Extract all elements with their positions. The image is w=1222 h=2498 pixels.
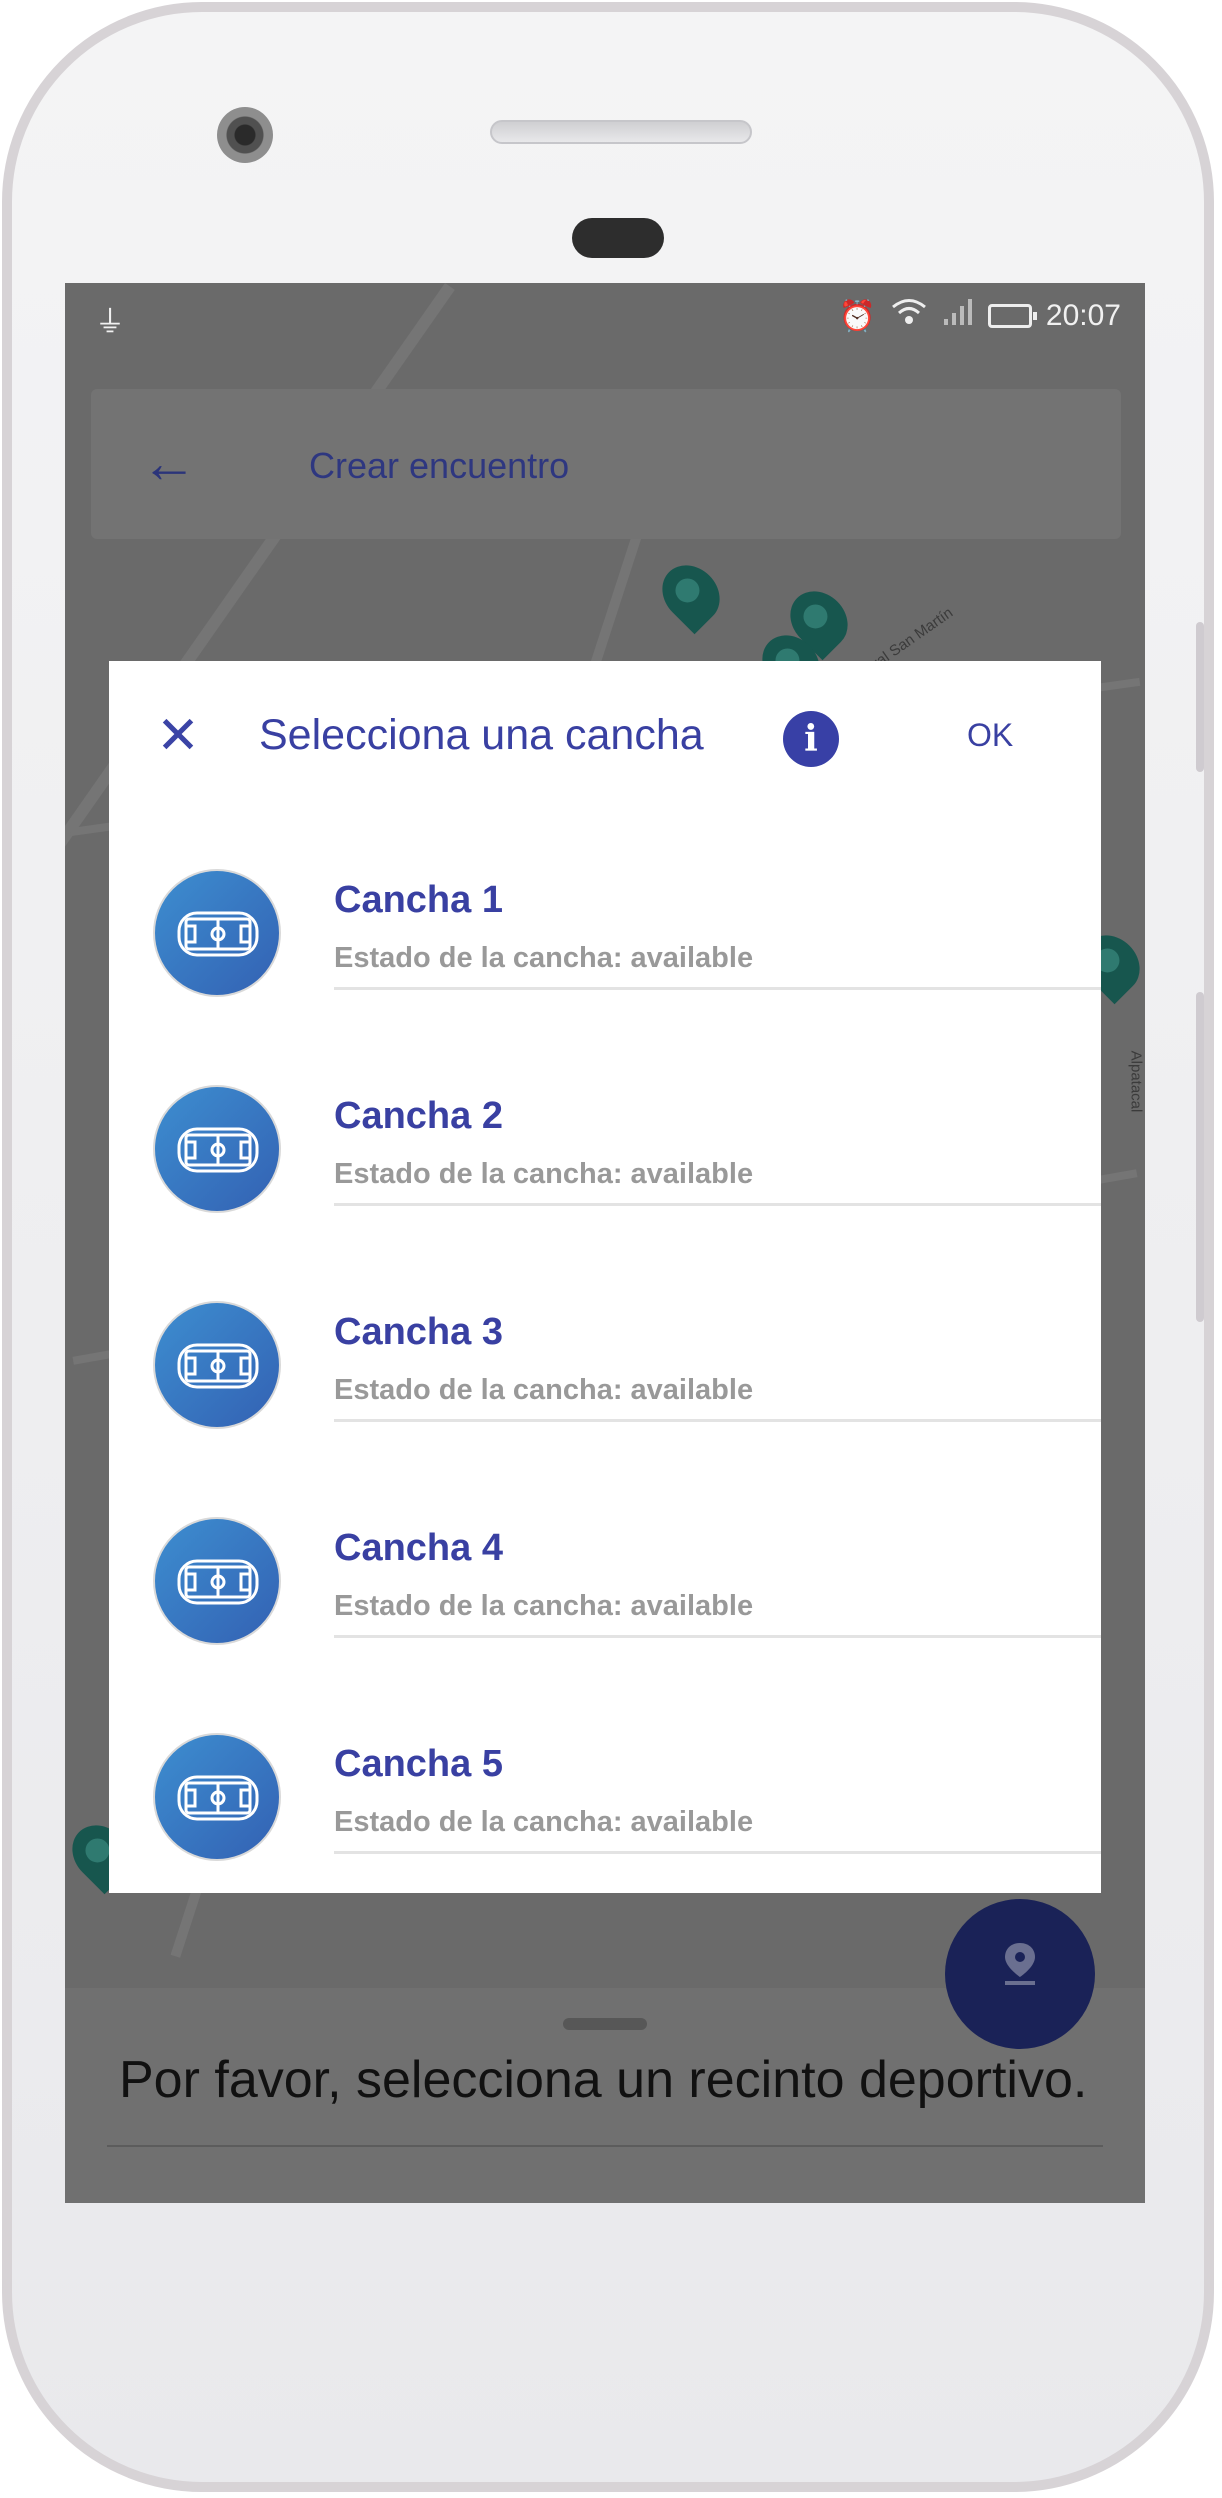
earpiece-speaker [490,120,752,144]
dialog-title: Selecciona una cancha [259,711,704,759]
court-name: Cancha 4 [334,1527,503,1569]
phone-screen: Gral San Martín Alpatacal ⏚ ⏰ 20:07 ← Cr… [65,283,1145,2203]
back-arrow-icon[interactable]: ← [141,433,201,493]
map-venue-pin[interactable] [650,553,732,635]
soccer-field-icon [177,1559,259,1605]
divider [334,1419,1101,1422]
location-fab-button[interactable] [945,1899,1095,2049]
status-icons: ⏰ 20:07 [839,297,1121,335]
alarm-icon: ⏰ [838,299,876,333]
divider [334,1203,1101,1206]
court-name: Cancha 5 [334,1743,503,1785]
street-label: Alpatacal [1127,1050,1145,1113]
location-pin-icon [1005,1943,1035,1985]
status-bar: ⏚ ⏰ 20:07 [65,283,1145,349]
select-court-dialog: ✕ Selecciona una cancha i OK Cancha 1 Es… [109,661,1101,1893]
divider [334,987,1101,990]
proximity-sensor [572,218,664,258]
court-avatar [153,1085,281,1213]
usb-icon: ⏚ [95,306,125,339]
venue-prompt-message: Por favor, selecciona un recinto deporti… [119,2051,1088,2109]
court-status: Estado de la cancha: available [334,1158,754,1190]
court-name: Cancha 1 [334,879,503,921]
status-time: 20:07 [1045,299,1121,332]
court-status: Estado de la cancha: available [334,1806,754,1838]
page-title: Crear encuentro [309,445,570,486]
court-list-item[interactable]: Cancha 1 Estado de la cancha: available [109,839,1101,1055]
power-button [1196,992,1204,1322]
court-status: Estado de la cancha: available [334,1590,754,1622]
volume-button [1196,622,1204,772]
divider [334,1635,1101,1638]
court-status: Estado de la cancha: available [334,942,754,974]
court-list-item[interactable]: Cancha 5 Estado de la cancha: available [109,1703,1101,1919]
soccer-field-icon [177,1343,259,1389]
court-list-item[interactable]: Cancha 2 Estado de la cancha: available [109,1055,1101,1271]
battery-icon [987,304,1037,328]
court-avatar [153,1517,281,1645]
court-avatar [153,1301,281,1429]
court-avatar [153,1733,281,1861]
court-name: Cancha 2 [334,1095,503,1137]
signal-icon [942,297,974,335]
wifi-icon [890,297,928,335]
court-name: Cancha 3 [334,1311,503,1353]
soccer-field-icon [177,1775,259,1821]
info-icon[interactable]: i [783,711,839,767]
app-bar: ← Crear encuentro [91,389,1121,539]
divider [107,2145,1103,2147]
court-list-item[interactable]: Cancha 3 Estado de la cancha: available [109,1271,1101,1487]
ok-button[interactable]: OK [967,717,1013,754]
drag-handle[interactable] [563,2018,647,2030]
court-avatar [153,869,281,997]
divider [334,1851,1101,1854]
soccer-field-icon [177,1127,259,1173]
court-status: Estado de la cancha: available [334,1374,754,1406]
court-list-item[interactable]: Cancha 4 Estado de la cancha: available [109,1487,1101,1703]
soccer-field-icon [177,911,259,957]
close-icon[interactable]: ✕ [153,710,203,762]
front-camera [217,107,273,163]
